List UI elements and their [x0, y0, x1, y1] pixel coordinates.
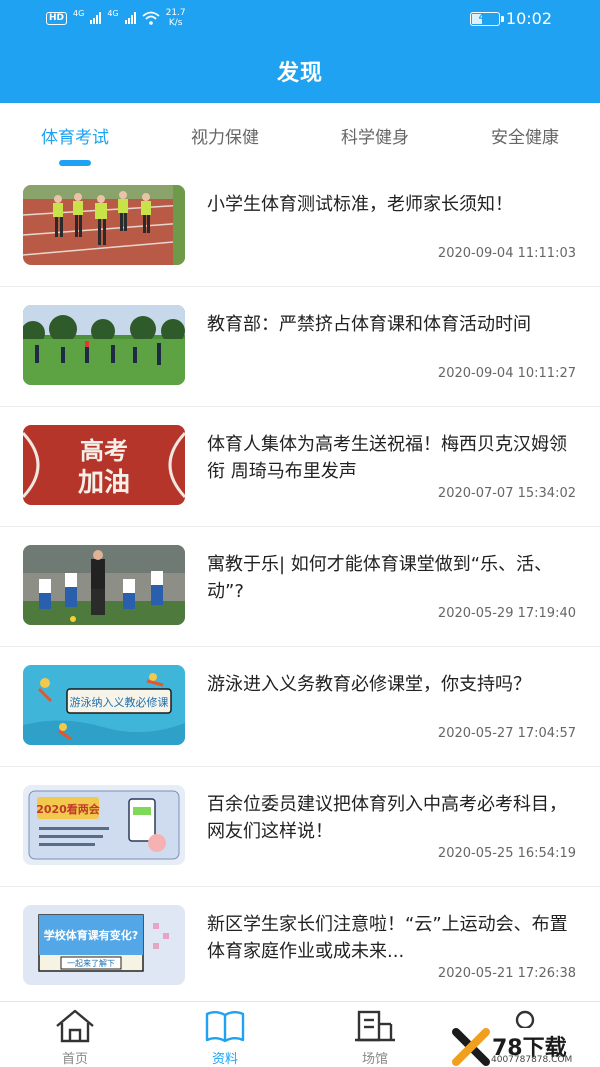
article-time: 2020-05-27 17:04:57 [437, 726, 576, 741]
article-item[interactable]: 学校体育课有变化? 一起来了解下 新区学生家长们注意啦！“云”上运动会、布置体育… [0, 887, 600, 1007]
article-thumbnail [23, 185, 185, 265]
category-tabs: 体育考试 视力保健 科学健身 安全健康 [0, 103, 600, 167]
article-thumbnail [23, 545, 185, 625]
active-tab-indicator [59, 160, 91, 166]
nav-home-label: 首页 [61, 1052, 88, 1067]
article-title: 新区学生家长们注意啦！“云”上运动会、布置体育家庭作业或成未来... [207, 914, 568, 962]
watermark-url: 4007787878.COM [491, 1055, 573, 1065]
network-type-2: 4G [107, 8, 119, 18]
nav-home[interactable]: 首页 [20, 1002, 130, 1067]
article-time: 2020-05-29 17:19:40 [437, 606, 576, 621]
article-thumbnail: 2020看两会 [23, 785, 185, 865]
nav-resources-label: 资料 [211, 1052, 238, 1067]
thumb-text-top: 高考 [80, 437, 128, 465]
hd-badge: HD [46, 11, 68, 25]
thumb-caption: 游泳纳入义教必修课 [70, 695, 169, 709]
article-thumbnail: 高考 加油 [23, 425, 185, 505]
nav-venues-label: 场馆 [361, 1052, 388, 1067]
tab-scientific-fitness[interactable]: 科学健身 [315, 123, 435, 148]
article-item[interactable]: 教育部：严禁挤占体育课和体育活动时间 2020-09-04 10:11:27 [0, 287, 600, 407]
thumb-subcaption: 一起来了解下 [67, 958, 115, 968]
book-icon [205, 1011, 245, 1043]
wifi-icon [142, 11, 160, 25]
article-time: 2020-05-25 16:54:19 [437, 846, 576, 861]
thumb-caption: 2020看两会 [36, 802, 101, 816]
signal-icon [90, 12, 102, 24]
article-time: 2020-05-21 17:26:38 [437, 966, 576, 981]
article-item[interactable]: 小学生体育测试标准，老师家长须知！ 2020-09-04 11:11:03 [0, 167, 600, 287]
page-title: 发现 [276, 61, 323, 86]
thumb-caption: 学校体育课有变化? [44, 928, 138, 942]
article-time: 2020-09-04 11:11:03 [437, 246, 576, 261]
status-bar-left: HD 4G 4G 21.7 K/s [46, 8, 186, 28]
thumb-text-bottom: 加油 [78, 468, 130, 498]
tab-vision-care[interactable]: 视力保健 [165, 123, 285, 148]
net-speed-value: 21.7 [165, 8, 186, 18]
article-title: 寓教于乐| 如何才能体育课堂做到“乐、活、动”? [207, 554, 553, 602]
net-speed: 21.7 K/s [166, 8, 186, 28]
building-icon [355, 1010, 395, 1042]
home-icon [56, 1009, 94, 1043]
nav-venues[interactable]: 场馆 [320, 1002, 430, 1067]
article-title: 游泳进入义务教育必修课堂，你支持吗？ [207, 674, 531, 695]
article-thumbnail: 游泳纳入义教必修课 [23, 665, 185, 745]
nav-resources[interactable]: 资料 [170, 1002, 280, 1067]
battery-icon: 41 [469, 11, 504, 26]
signal-icon [124, 12, 136, 24]
status-bar: HD 4G 4G 21.7 K/s 41 10:02 [0, 0, 600, 36]
article-thumbnail [23, 305, 185, 385]
article-thumbnail: 学校体育课有变化? 一起来了解下 [23, 905, 185, 985]
app-header: HD 4G 4G 21.7 K/s 41 10:02 发现 [0, 0, 600, 103]
x-logo-icon [452, 1028, 490, 1066]
article-time: 2020-07-07 15:34:02 [437, 486, 576, 501]
tab-sports-exam[interactable]: 体育考试 [15, 123, 135, 148]
article-title: 教育部：严禁挤占体育课和体育活动时间 [207, 314, 531, 335]
article-title: 体育人集体为高考生送祝福！梅西贝克汉姆领衔 周琦马布里发声 [207, 434, 567, 482]
clock: 10:02 [505, 9, 552, 28]
article-title: 百余位委员建议把体育列入中高考必考科目，网友们这样说！ [207, 794, 567, 842]
tab-safety-health[interactable]: 安全健康 [465, 123, 585, 148]
article-time: 2020-09-04 10:11:27 [437, 366, 576, 381]
status-bar-right: 41 10:02 [469, 9, 552, 28]
article-item[interactable]: 寓教于乐| 如何才能体育课堂做到“乐、活、动”? 2020-05-29 17:1… [0, 527, 600, 647]
article-item[interactable]: 高考 加油 体育人集体为高考生送祝福！梅西贝克汉姆领衔 周琦马布里发声 2020… [0, 407, 600, 527]
net-speed-unit: K/s [168, 18, 183, 28]
article-item[interactable]: 2020看两会 百余位委员建议把体育列入中高考必考科目，网友们这样说！ 2020… [0, 767, 600, 887]
site-watermark: 78下载 4007787878.COM [450, 1028, 600, 1067]
network-type-1: 4G [73, 8, 85, 18]
battery-level: 41 [478, 12, 492, 23]
article-item[interactable]: 游泳纳入义教必修课 游泳进入义务教育必修课堂，你支持吗？ 2020-05-27 … [0, 647, 600, 767]
article-title: 小学生体育测试标准，老师家长须知！ [207, 194, 513, 215]
